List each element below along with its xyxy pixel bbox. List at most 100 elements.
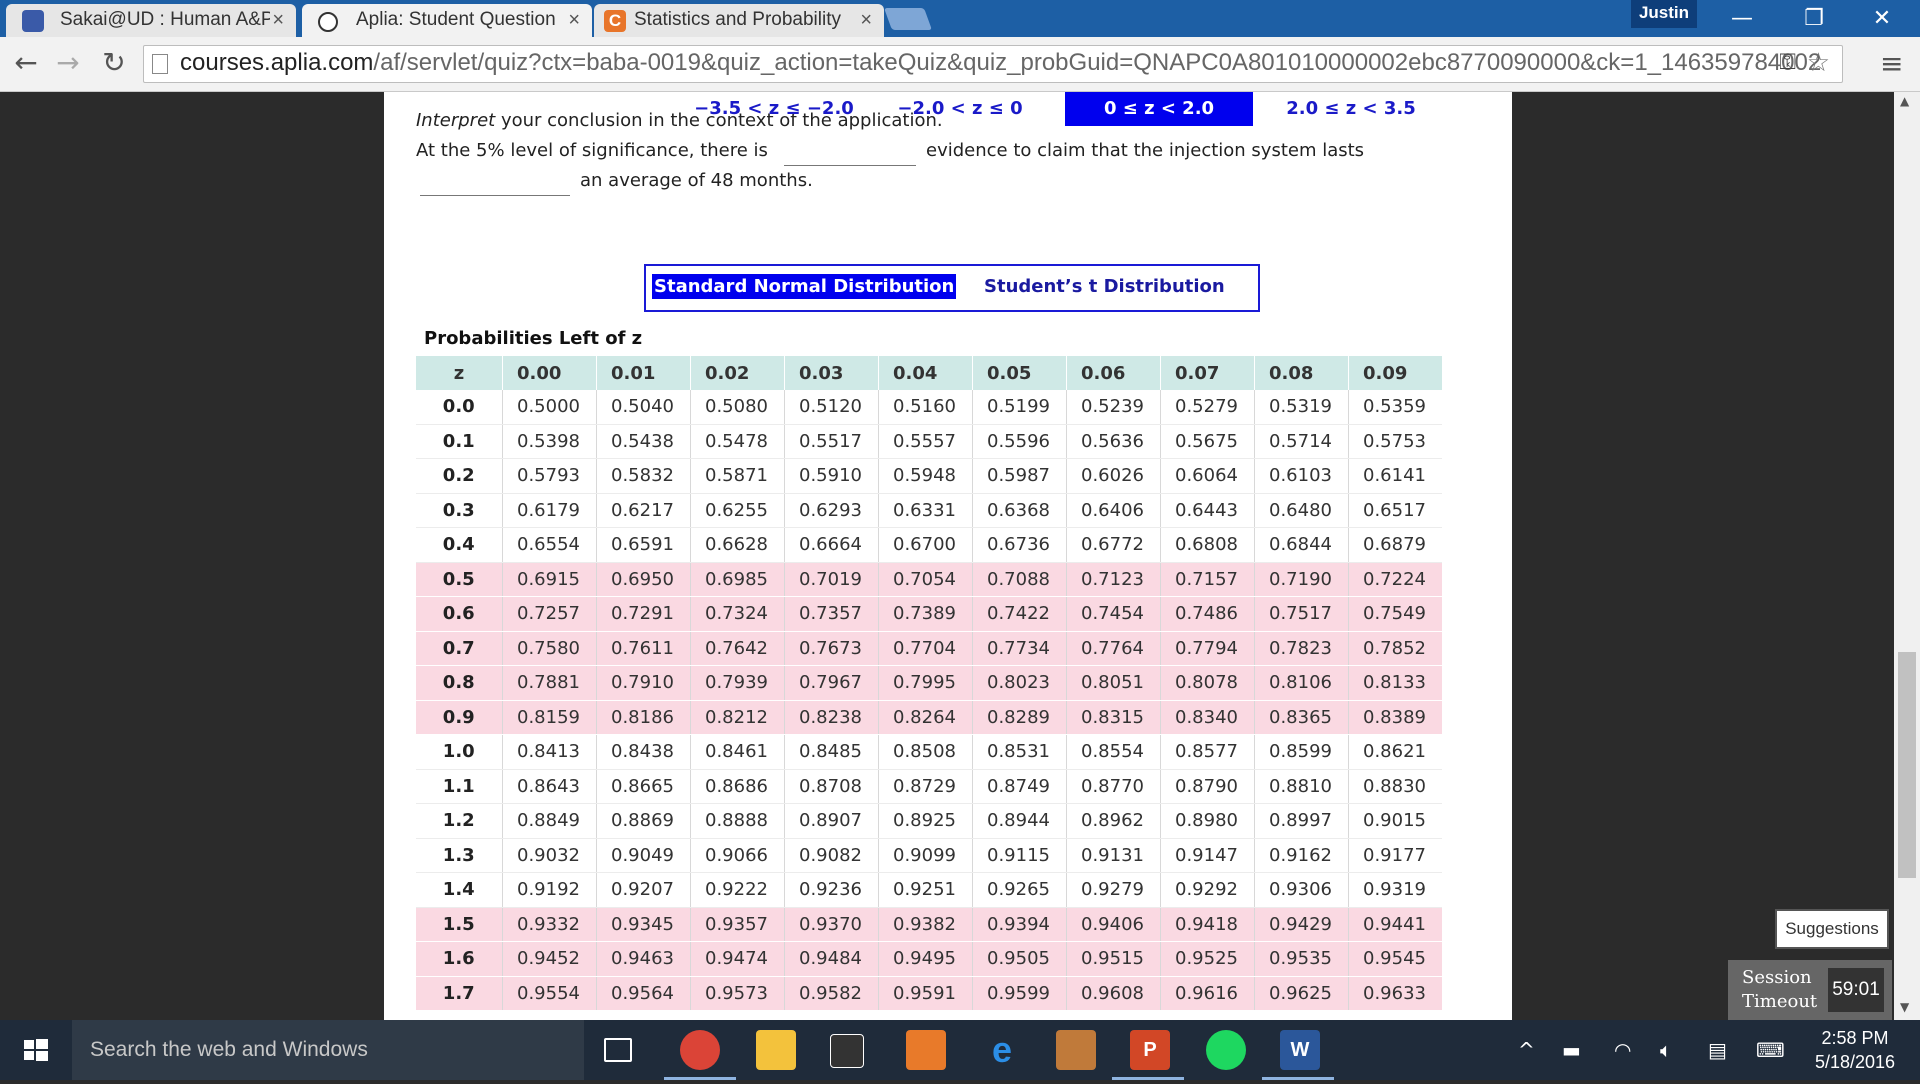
app-icon[interactable] xyxy=(1056,1030,1096,1070)
z-value-cell: 1.0 xyxy=(415,734,503,770)
page-scrollbar[interactable]: ▲ ▼ xyxy=(1894,92,1920,1020)
table-row: 0.9 0.8159 0.8186 0.8212 0.8238 0.8264 0.8289 0… xyxy=(415,700,1442,735)
profile-button[interactable]: Justin xyxy=(1631,0,1697,28)
probability-cell: 0.9207 xyxy=(596,872,691,908)
probability-cell: 0.8708 xyxy=(784,769,879,804)
evidence-dropdown[interactable] xyxy=(784,165,916,166)
probability-value: 0.7549 xyxy=(1363,603,1426,625)
probability-value: 0.8485 xyxy=(799,741,862,763)
column-header-label: 0.09 xyxy=(1363,362,1408,384)
column-header: 0.08 xyxy=(1254,356,1349,390)
file-explorer-icon[interactable] xyxy=(756,1030,796,1070)
paint-icon[interactable] xyxy=(906,1030,946,1070)
scroll-down-icon[interactable]: ▼ xyxy=(1900,1000,1909,1014)
probability-cell: 0.7734 xyxy=(972,631,1067,666)
close-window-icon[interactable]: ✕ xyxy=(1852,0,1912,37)
probability-cell: 0.8962 xyxy=(1066,803,1161,839)
windows-start-button[interactable] xyxy=(0,1020,70,1080)
forward-arrow-icon[interactable]: → xyxy=(50,45,86,81)
probability-cell: 0.7123 xyxy=(1066,562,1161,597)
close-icon[interactable]: × xyxy=(272,4,284,36)
wifi-icon[interactable]: ◠ xyxy=(1614,1038,1631,1062)
probability-cell: 0.7704 xyxy=(878,631,973,666)
probability-cell: 0.9525 xyxy=(1160,941,1255,977)
probability-value: 0.9222 xyxy=(705,879,768,901)
minimize-icon[interactable]: — xyxy=(1712,0,1772,37)
probability-value: 0.8508 xyxy=(893,741,956,763)
probability-cell: 0.9625 xyxy=(1254,976,1349,1011)
scroll-up-icon[interactable]: ▲ xyxy=(1900,94,1909,108)
probability-cell: 0.8577 xyxy=(1160,734,1255,770)
range-tab-2[interactable]: −2.0 < z ≤ 0 xyxy=(878,92,1042,126)
tab-chegg[interactable]: C Statistics and Probability c × xyxy=(594,4,884,37)
tab-sakai[interactable]: Sakai@UD : Human A&P ( × xyxy=(6,4,296,37)
probability-cell: 0.5398 xyxy=(502,424,597,459)
range-tab-4[interactable]: 2.0 ≤ z < 3.5 xyxy=(1262,92,1440,126)
chrome-icon[interactable] xyxy=(680,1030,720,1070)
bookmark-star-icon[interactable]: ☆ xyxy=(1807,48,1830,78)
address-bar[interactable]: courses.aplia.com/af/servlet/quiz?ctx=ba… xyxy=(143,45,1843,83)
url-text[interactable]: courses.aplia.com/af/servlet/quiz?ctx=ba… xyxy=(180,49,1821,77)
probability-value: 0.7324 xyxy=(705,603,768,625)
range-tab-3[interactable]: 0 ≤ z < 2.0 xyxy=(1065,92,1253,126)
probability-cell: 0.5987 xyxy=(972,458,1067,494)
probability-value: 0.7123 xyxy=(1081,568,1144,590)
column-header-label: 0.00 xyxy=(517,362,562,384)
browser-toolbar: ← → ↻ courses.aplia.com/af/servlet/quiz?… xyxy=(0,37,1920,92)
close-icon[interactable]: × xyxy=(568,4,580,36)
probability-value: 0.8962 xyxy=(1081,810,1144,832)
probability-value: 0.6064 xyxy=(1175,465,1238,487)
close-icon[interactable]: × xyxy=(860,4,872,36)
tab-standard-normal[interactable]: Standard Normal Distribution xyxy=(652,274,957,299)
probability-cell: 0.6255 xyxy=(690,493,785,528)
chrome-menu-icon[interactable]: ≡ xyxy=(1880,47,1903,80)
probability-cell: 0.9015 xyxy=(1348,803,1442,839)
column-header-label: 0.01 xyxy=(611,362,656,384)
probability-value: 0.5910 xyxy=(799,465,862,487)
word-icon[interactable]: W xyxy=(1280,1030,1320,1070)
range-tab-1[interactable]: −3.5 < z ≤ −2.0 xyxy=(690,92,858,126)
notifications-icon[interactable]: ▤ xyxy=(1708,1038,1727,1062)
probability-cell: 0.8980 xyxy=(1160,803,1255,839)
probability-value: 0.8830 xyxy=(1363,775,1426,797)
probability-value: 0.6331 xyxy=(893,499,956,521)
z-value-cell: 1.7 xyxy=(415,976,503,1011)
probability-cell: 0.8531 xyxy=(972,734,1067,770)
conclusion-dropdown[interactable] xyxy=(420,195,570,196)
suggestions-button[interactable]: Suggestions xyxy=(1775,909,1889,949)
taskbar-clock[interactable]: 2:58 PM 5/18/2016 xyxy=(1800,1026,1910,1074)
scroll-thumb[interactable] xyxy=(1898,652,1916,878)
probability-value: 0.9463 xyxy=(611,948,674,970)
key-icon[interactable]: ⚿ xyxy=(1779,50,1796,75)
column-header: 0.05 xyxy=(972,356,1067,390)
spotify-icon[interactable] xyxy=(1206,1030,1246,1070)
keyboard-icon[interactable]: ⌨ xyxy=(1756,1038,1785,1062)
store-icon[interactable] xyxy=(830,1034,864,1068)
reload-icon[interactable]: ↻ xyxy=(96,45,132,81)
probability-cell: 0.7852 xyxy=(1348,631,1442,666)
tab-aplia[interactable]: Aplia: Student Question × xyxy=(302,4,592,37)
powerpoint-icon[interactable]: P xyxy=(1130,1030,1170,1070)
probability-value: 0.8554 xyxy=(1081,741,1144,763)
taskbar-search-input[interactable]: Search the web and Windows xyxy=(72,1020,584,1080)
restore-icon[interactable]: ❐ xyxy=(1784,0,1844,37)
probability-cell: 0.6406 xyxy=(1066,493,1161,528)
probability-value: 0.9332 xyxy=(517,913,580,935)
tray-chevron-icon[interactable]: ^ xyxy=(1518,1038,1535,1062)
edge-icon[interactable]: e xyxy=(982,1030,1022,1070)
probability-cell: 0.8686 xyxy=(690,769,785,804)
new-tab-button[interactable] xyxy=(883,8,933,30)
quiz-page: Interpret your conclusion in the context… xyxy=(384,92,1512,1020)
tab-student-t[interactable]: Student’s t Distribution xyxy=(984,276,1225,297)
probability-value: 0.8078 xyxy=(1175,672,1238,694)
probability-cell: 0.6808 xyxy=(1160,527,1255,563)
probability-cell: 0.8749 xyxy=(972,769,1067,804)
volume-icon[interactable]: 🔈︎ xyxy=(1660,1038,1672,1062)
probability-value: 0.5636 xyxy=(1081,430,1144,452)
probability-cell: 0.5871 xyxy=(690,458,785,494)
back-arrow-icon[interactable]: ← xyxy=(8,45,44,81)
battery-icon[interactable]: ▬ xyxy=(1562,1038,1581,1062)
probability-value: 0.9306 xyxy=(1269,879,1332,901)
task-view-icon[interactable] xyxy=(604,1038,632,1062)
probability-cell: 0.5675 xyxy=(1160,424,1255,459)
